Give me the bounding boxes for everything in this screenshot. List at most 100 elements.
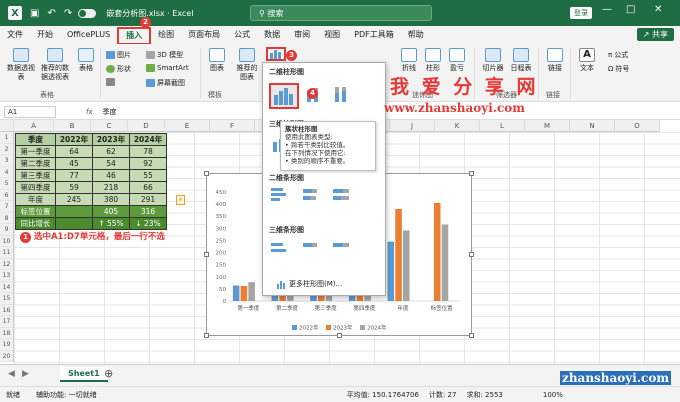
close-icon[interactable]: ✕ xyxy=(654,4,662,15)
column-header[interactable]: B xyxy=(54,120,91,132)
resize-handle[interactable] xyxy=(204,171,209,176)
bar-2022年-第一季度[interactable] xyxy=(232,285,240,301)
row-header[interactable]: 19 xyxy=(0,339,13,351)
column-header[interactable]: E xyxy=(165,120,210,132)
clustered-bar-option[interactable] xyxy=(269,185,287,202)
row-header[interactable]: 6 xyxy=(0,190,13,201)
table-cell[interactable]: 62 xyxy=(92,145,130,158)
link-button[interactable]: 链接 xyxy=(544,48,566,73)
column-header[interactable]: F xyxy=(210,120,255,132)
row-header[interactable]: 16 xyxy=(0,305,13,316)
resize-handle[interactable] xyxy=(469,333,474,338)
table-cell[interactable]: 64 xyxy=(55,145,93,158)
stacked-bar-option[interactable] xyxy=(301,185,319,202)
column-header[interactable]: C xyxy=(91,120,128,132)
table-cell[interactable]: ↓ 23% xyxy=(129,217,167,230)
row-header[interactable]: 1 xyxy=(0,132,13,144)
row-header[interactable]: 9 xyxy=(0,224,13,236)
column-header[interactable]: O xyxy=(615,120,660,132)
table-cell[interactable]: 45 xyxy=(55,157,93,170)
column-chart-dropdown[interactable] xyxy=(266,47,286,61)
table-cell[interactable]: 2023年 xyxy=(92,133,130,146)
tab-file[interactable]: 文件 xyxy=(0,26,30,44)
more-column-charts-link[interactable]: 更多柱形图(M)... xyxy=(276,279,342,289)
tab-insert[interactable]: 插入 xyxy=(117,27,152,45)
row-header[interactable]: 17 xyxy=(0,316,13,328)
3d-stacked-bar-option[interactable] xyxy=(301,239,319,256)
zoom-level[interactable]: 100% xyxy=(543,391,563,399)
row-header[interactable]: 11 xyxy=(0,247,13,259)
row-header[interactable]: 18 xyxy=(0,328,13,339)
table-cell[interactable]: 季度 xyxy=(15,133,56,146)
table-cell[interactable]: 标签位置 xyxy=(15,205,56,218)
table-cell[interactable]: 第四季度 xyxy=(15,181,56,194)
resize-handle[interactable] xyxy=(337,333,342,338)
maximize-icon[interactable]: □ xyxy=(626,4,635,15)
icons-button[interactable] xyxy=(106,78,115,86)
100-stacked-bar-option[interactable] xyxy=(331,185,349,202)
tab-officeplus[interactable]: OfficePLUS xyxy=(60,26,117,44)
resize-handle[interactable] xyxy=(204,333,209,338)
table-cell[interactable]: 55 xyxy=(129,169,167,182)
table-cell[interactable]: 54 xyxy=(92,157,130,170)
column-header[interactable]: J xyxy=(390,120,435,132)
row-header[interactable]: 10 xyxy=(0,236,13,247)
table-cell[interactable]: 2022年 xyxy=(55,133,93,146)
table-cell[interactable]: 405 xyxy=(92,205,130,218)
row-header[interactable]: 4 xyxy=(0,167,13,178)
table-cell[interactable]: 第二季度 xyxy=(15,157,56,170)
table-cell[interactable] xyxy=(55,205,93,218)
table-cell[interactable]: 年度 xyxy=(15,193,56,206)
tab-data[interactable]: 数据 xyxy=(257,26,287,44)
accessibility-status[interactable]: 辅助功能: 一切就绪 xyxy=(36,390,97,400)
row-header[interactable]: 7 xyxy=(0,201,13,213)
column-header[interactable]: M xyxy=(525,120,570,132)
column-header[interactable]: N xyxy=(570,120,615,132)
column-header[interactable]: L xyxy=(480,120,525,132)
shapes-button[interactable]: 形状 xyxy=(106,64,131,74)
row-header[interactable]: 12 xyxy=(0,259,13,270)
table-cell[interactable]: ↑ 55% xyxy=(92,217,130,230)
redo-icon[interactable]: ↷ xyxy=(64,8,72,19)
3d-model-button[interactable]: 3D 模型 xyxy=(146,50,183,60)
tab-view[interactable]: 视图 xyxy=(317,26,347,44)
fx-icon[interactable]: fx xyxy=(86,108,93,116)
equation-button[interactable]: π 公式 xyxy=(608,50,628,60)
table-cell[interactable]: 2024年 xyxy=(129,133,167,146)
row-header[interactable]: 8 xyxy=(0,213,13,224)
column-header[interactable]: A xyxy=(14,120,54,132)
add-sheet-icon[interactable]: ⊕ xyxy=(104,367,113,380)
legend-entry[interactable]: 2024年 xyxy=(367,324,387,332)
tab-page-layout[interactable]: 页面布局 xyxy=(181,26,227,44)
tab-help[interactable]: 帮助 xyxy=(401,26,431,44)
row-header[interactable]: 14 xyxy=(0,282,13,293)
table-cell[interactable]: 77 xyxy=(55,169,93,182)
row-header[interactable]: 3 xyxy=(0,155,13,167)
bar-2024年-第一季度[interactable] xyxy=(248,282,255,301)
sparkline-line-button[interactable]: 折线 xyxy=(398,48,420,73)
bar-2023年-年度[interactable] xyxy=(395,208,402,301)
table-cell[interactable]: 66 xyxy=(129,181,167,194)
table-cell[interactable]: 59 xyxy=(55,181,93,194)
smartart-button[interactable]: SmartArt xyxy=(146,64,189,72)
recommended-pivot-button[interactable]: 推荐的数据透视表 xyxy=(38,48,72,82)
resize-handle[interactable] xyxy=(204,252,209,257)
screenshot-button[interactable]: 屏幕截图 xyxy=(146,78,185,88)
clustered-column-option[interactable] xyxy=(269,83,299,109)
column-header[interactable]: D xyxy=(128,120,165,132)
row-header[interactable]: 20 xyxy=(0,351,13,362)
slicer-button[interactable]: 切片器 xyxy=(480,48,506,73)
bar-2024年-年度[interactable] xyxy=(403,230,410,301)
resize-handle[interactable] xyxy=(469,171,474,176)
bar-2023年-标签位置[interactable] xyxy=(433,202,441,301)
sparkline-winloss-button[interactable]: 盈亏 xyxy=(446,48,468,73)
table-cell[interactable]: 第三季度 xyxy=(15,169,56,182)
autosave-toggle[interactable] xyxy=(78,8,97,18)
column-header[interactable]: K xyxy=(435,120,480,132)
quick-analysis-icon[interactable]: ⚡ xyxy=(176,195,185,205)
row-header[interactable]: 2 xyxy=(0,144,13,155)
bar-2023年-第一季度[interactable] xyxy=(240,285,248,301)
chart-button[interactable]: 图表 xyxy=(206,48,228,73)
prev-sheet-icon[interactable]: ◀ xyxy=(8,369,15,379)
formula-input[interactable]: 季度 xyxy=(103,107,117,117)
